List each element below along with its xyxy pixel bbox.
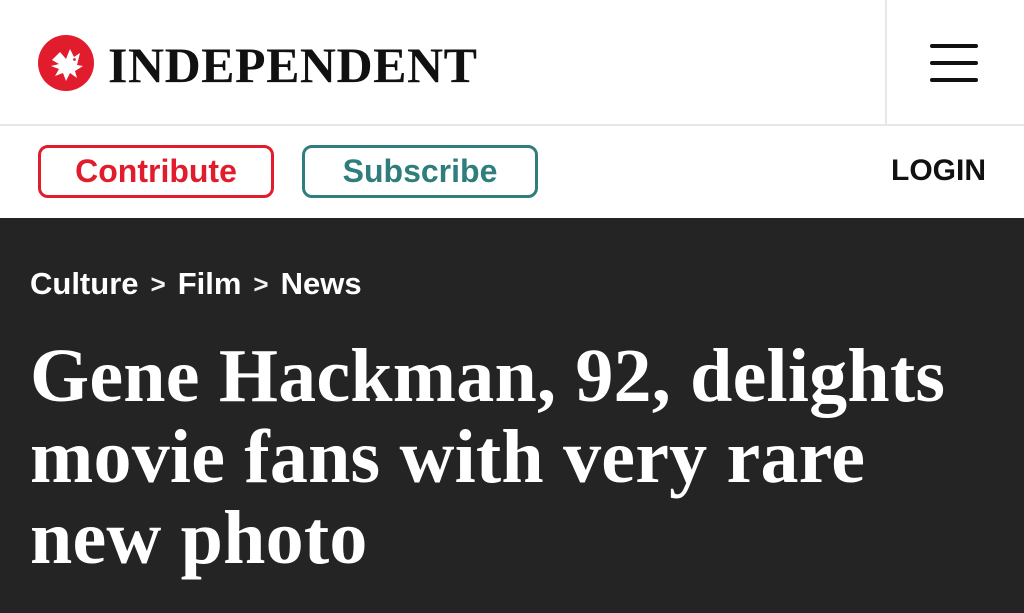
breadcrumb: Culture > Film > News (30, 266, 362, 302)
hamburger-menu-icon[interactable] (930, 44, 978, 82)
breadcrumb-item-culture[interactable]: Culture (30, 266, 139, 302)
site-wordmark: INDEPENDENT (108, 37, 478, 93)
article-headline: Gene Hackman, 92, delights movie fans wi… (30, 334, 946, 580)
menu-line (930, 44, 978, 48)
site-brand[interactable]: INDEPENDENT (38, 34, 477, 92)
menu-divider (885, 0, 887, 124)
breadcrumb-separator: > (253, 268, 269, 299)
article-hero: Culture > Film > News Gene Hackman, 92, … (0, 218, 1024, 613)
breadcrumb-item-news[interactable]: News (281, 266, 362, 302)
menu-line (930, 61, 978, 65)
subscribe-button[interactable]: Subscribe (302, 145, 538, 198)
eagle-icon (38, 35, 94, 91)
login-link[interactable]: LOGIN (891, 154, 986, 188)
breadcrumb-item-film[interactable]: Film (178, 266, 242, 302)
top-header: INDEPENDENT (0, 0, 1024, 126)
menu-line (930, 78, 978, 82)
page: INDEPENDENT Contribute Subscribe LOGIN C… (0, 0, 1024, 613)
action-bar: Contribute Subscribe LOGIN (0, 126, 1024, 220)
contribute-button[interactable]: Contribute (38, 145, 274, 198)
breadcrumb-separator: > (150, 268, 166, 299)
